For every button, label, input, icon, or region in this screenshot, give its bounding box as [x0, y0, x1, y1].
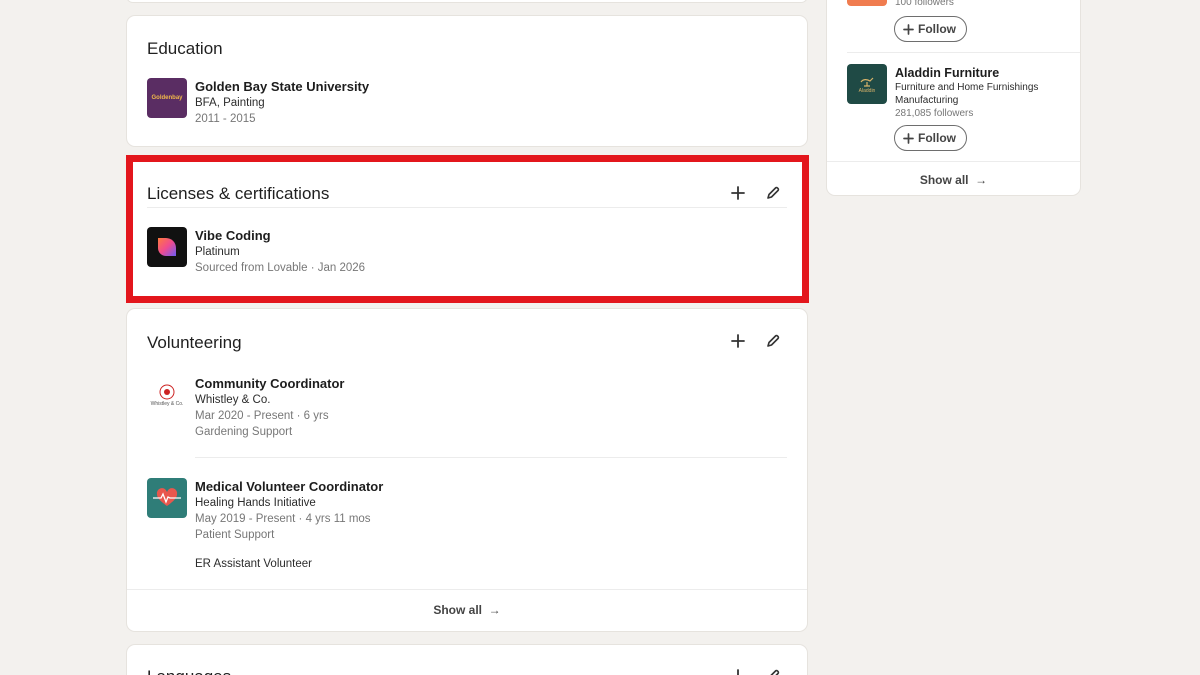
arrow-right-icon: → — [971, 173, 988, 187]
add-volunteering-button[interactable] — [726, 329, 750, 353]
lovable-logo — [147, 227, 187, 267]
company-category: Manufacturing — [895, 95, 959, 106]
license-source: Sourced from Lovable · Jan 2026 — [195, 262, 366, 274]
volunteering-show-all[interactable]: Show all → — [127, 603, 807, 617]
sidebar-show-all[interactable]: Show all → — [827, 173, 1080, 187]
show-all-divider — [127, 589, 807, 590]
aladdin-logo-text: Aladdin — [858, 88, 876, 94]
edit-language-button[interactable] — [761, 664, 785, 675]
license-name[interactable]: Vibe Coding — [195, 228, 365, 244]
school-logo: Goldenbay — [147, 78, 187, 118]
company-logo — [847, 0, 887, 6]
plus-icon — [731, 186, 745, 200]
licenses-title: Licenses & certifications — [147, 184, 330, 203]
volunteering-entry[interactable]: Medical Volunteer Coordinator Healing Ha… — [147, 478, 383, 572]
languages-card: Languages — [127, 645, 807, 675]
plus-icon — [903, 132, 914, 144]
whistley-logo: Whistley & Co. — [147, 375, 187, 415]
volunteering-card: Volunteering Whistley & Co. Community Co… — [127, 309, 807, 631]
education-dates: 2011 - 2015 — [195, 113, 256, 125]
volunteer-dates: May 2019 - Present · 4 yrs 11 mos — [195, 513, 371, 525]
plus-icon — [737, 669, 739, 675]
volunteer-role[interactable]: Community Coordinator — [195, 376, 345, 392]
education-card: Education Goldenbay Golden Bay State Uni… — [127, 16, 807, 146]
volunteer-org: Whistley & Co. — [195, 394, 271, 406]
plus-icon — [903, 23, 914, 35]
license-level: Platinum — [195, 246, 240, 258]
volunteer-cause: Gardening Support — [195, 426, 293, 438]
volunteer-description: ER Assistant Volunteer — [195, 558, 312, 570]
follow-button[interactable]: Follow — [894, 125, 967, 151]
education-title: Education — [147, 39, 223, 58]
edit-license-button[interactable] — [761, 181, 785, 205]
pencil-icon — [767, 186, 780, 199]
previous-section-card — [127, 0, 807, 2]
flower-icon — [159, 384, 175, 399]
heartbeat-icon — [153, 488, 181, 506]
volunteer-dates: Mar 2020 - Present · 6 yrs — [195, 410, 329, 422]
company-followers: 100 followers — [895, 0, 954, 8]
pencil-icon — [767, 334, 780, 347]
healing-hands-logo — [147, 478, 187, 518]
follow-label: Follow — [918, 131, 956, 145]
volunteering-divider — [195, 457, 787, 458]
follow-label: Follow — [918, 22, 956, 36]
company-industry: Furniture and Home Furnishings — [895, 82, 1039, 93]
follow-button[interactable]: Follow — [894, 16, 967, 42]
company-info: Aladdin Furniture Furniture and Home Fur… — [895, 65, 1038, 120]
volunteer-role[interactable]: Medical Volunteer Coordinator — [195, 479, 383, 495]
license-entry[interactable]: Vibe Coding Platinum Sourced from Lovabl… — [147, 227, 365, 276]
add-license-button[interactable] — [726, 181, 750, 205]
education-entry[interactable]: Goldenbay Golden Bay State University BF… — [147, 78, 369, 127]
arrow-right-icon: → — [485, 603, 501, 617]
licenses-divider — [147, 207, 787, 208]
company-followers: 281,085 followers — [895, 108, 974, 119]
volunteer-org: Healing Hands Initiative — [195, 497, 316, 509]
volunteering-entry[interactable]: Whistley & Co. Community Coordinator Whi… — [147, 375, 345, 440]
heart-logo-icon — [158, 238, 176, 256]
show-all-label: Show all — [919, 173, 969, 187]
school-logo-text: Goldenbay — [151, 95, 183, 101]
company-name[interactable]: Aladdin Furniture — [895, 65, 1038, 81]
licenses-card: Licenses & certifications Vibe Coding Pl… — [127, 160, 807, 298]
whistley-logo-text: Whistley & Co. — [150, 400, 184, 407]
languages-title: Languages — [147, 667, 231, 675]
school-name[interactable]: Golden Bay State University — [195, 79, 369, 95]
pencil-icon — [770, 669, 780, 675]
plus-icon — [731, 334, 745, 348]
degree: BFA, Painting — [195, 97, 265, 109]
aladdin-logo: Aladdin — [847, 64, 887, 104]
show-all-label: Show all — [433, 603, 482, 617]
pages-sidebar-card: 100 followers Follow Aladdin Aladdin Fur… — [827, 0, 1080, 195]
sidebar-divider — [847, 52, 1080, 53]
add-language-button[interactable] — [726, 664, 750, 675]
lamp-icon — [860, 77, 874, 87]
volunteer-cause: Patient Support — [195, 529, 275, 541]
sidebar-divider — [827, 161, 1080, 162]
volunteering-title: Volunteering — [147, 333, 242, 352]
edit-volunteering-button[interactable] — [761, 329, 785, 353]
